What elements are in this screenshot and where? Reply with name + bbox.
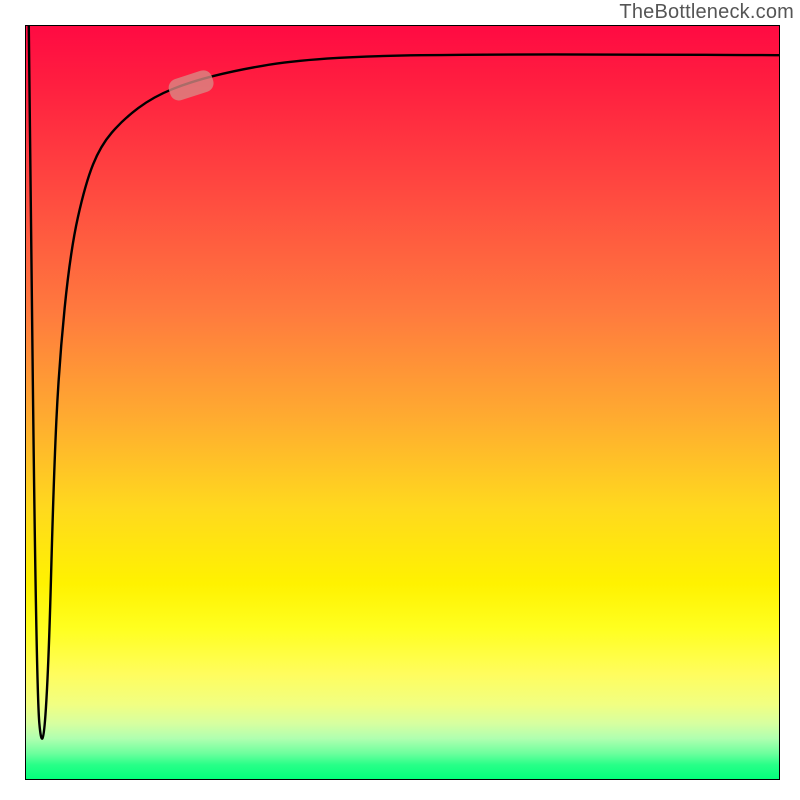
chart-frame: TheBottleneck.com [0, 0, 800, 800]
attribution-text: TheBottleneck.com [619, 1, 794, 24]
plot-area [25, 25, 780, 780]
gradient-background [25, 25, 780, 780]
